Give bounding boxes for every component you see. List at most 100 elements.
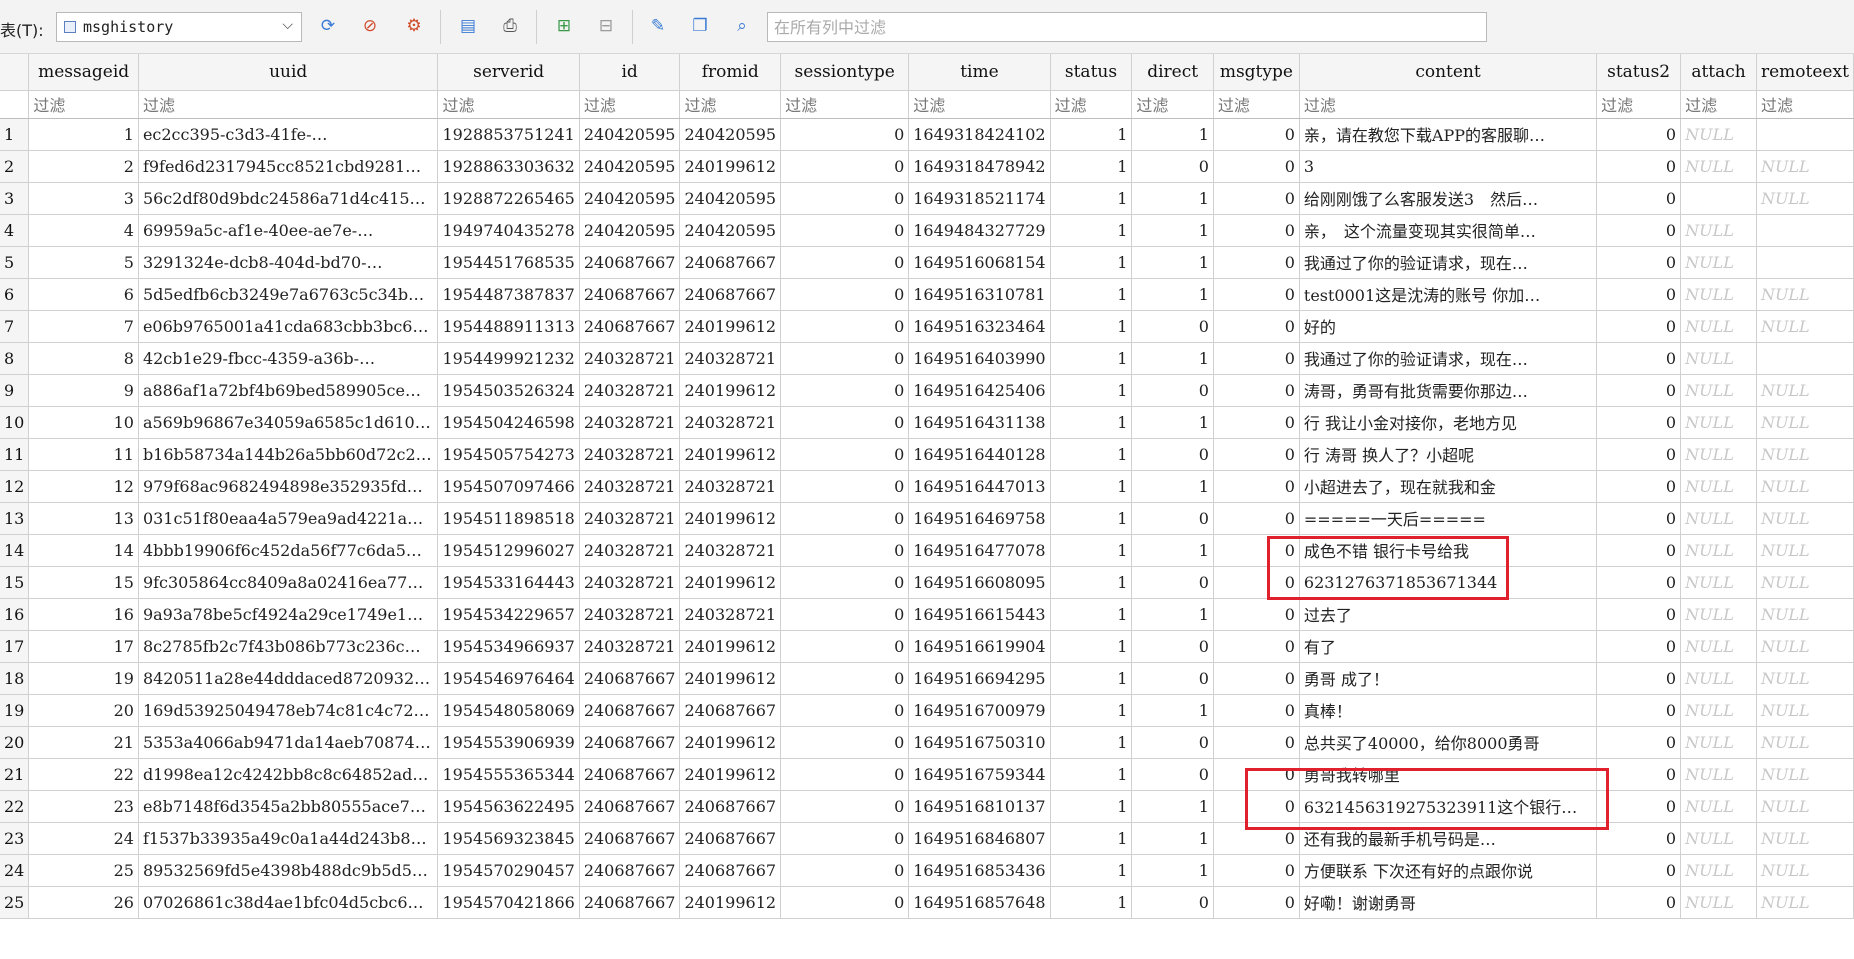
cell-msgtype[interactable]: 0	[1213, 278, 1300, 311]
table-row[interactable]: 4 4 69959a5c-af1e-40ee-ae7e-… 1949740435278…	[0, 214, 1854, 247]
cell-attach[interactable]: NULL	[1680, 246, 1757, 279]
cell-sessiontype[interactable]: 0	[780, 854, 910, 887]
row-number[interactable]: 24	[0, 854, 30, 887]
col-header-id[interactable]: id	[579, 54, 681, 91]
cell-status2[interactable]: 0	[1596, 406, 1682, 439]
cell-content[interactable]: 还有我的最新手机号码是…	[1299, 822, 1598, 855]
cell-messageid[interactable]: 15	[28, 566, 139, 599]
cell-fromid[interactable]: 240420595	[679, 118, 782, 151]
cell-time[interactable]: 1649516425406	[908, 374, 1051, 407]
cell-time[interactable]: 1649516857648	[908, 886, 1051, 919]
cell-id[interactable]: 240420595	[579, 182, 681, 215]
cell-status[interactable]: 1	[1050, 406, 1133, 439]
cell-uuid[interactable]: 8420511a28e44dddaced8720932…	[138, 662, 439, 695]
cell-status[interactable]: 1	[1050, 118, 1133, 151]
cell-content[interactable]: 勇哥 成了！	[1299, 662, 1598, 695]
cell-uuid[interactable]: f1537b33935a49c0a1a44d243b8…	[138, 822, 439, 855]
cell-direct[interactable]: 0	[1131, 150, 1214, 183]
cell-id[interactable]: 240687667	[579, 278, 681, 311]
cell-sessiontype[interactable]: 0	[780, 694, 910, 727]
col-header-messageid[interactable]: messageid	[28, 54, 139, 91]
cell-status[interactable]: 1	[1050, 374, 1133, 407]
row-number[interactable]: 15	[0, 566, 30, 599]
cell-time[interactable]: 1649516810137	[908, 790, 1051, 823]
table-row[interactable]: 24 25 89532569fd5e4398b488dc9b5d5… 19545702…	[0, 854, 1854, 887]
cell-status2[interactable]: 0	[1596, 822, 1682, 855]
cell-serverid[interactable]: 1954570421866	[437, 886, 580, 919]
cell-fromid[interactable]: 240328721	[679, 470, 782, 503]
cell-time[interactable]: 1649516619904	[908, 630, 1051, 663]
cell-time[interactable]: 1649516477078	[908, 534, 1051, 567]
cell-attach[interactable]: NULL	[1680, 726, 1757, 759]
copy-icon[interactable]: ❐	[686, 12, 714, 40]
table-row[interactable]: 12 12 979f68ac9682494898e352935fd… 19545070…	[0, 470, 1854, 503]
cell-status[interactable]: 1	[1050, 438, 1133, 471]
cell-fromid[interactable]: 240199612	[679, 310, 782, 343]
cell-fromid[interactable]: 240420595	[679, 214, 782, 247]
cell-serverid[interactable]: 1954451768535	[437, 246, 580, 279]
cell-direct[interactable]: 1	[1131, 342, 1214, 375]
cell-serverid[interactable]: 1954504246598	[437, 406, 580, 439]
print-icon[interactable]: ⎙	[496, 12, 524, 40]
cell-sessiontype[interactable]: 0	[780, 150, 910, 183]
cell-fromid[interactable]: 240199612	[679, 726, 782, 759]
cell-serverid[interactable]: 1928872265465	[437, 182, 580, 215]
cell-serverid[interactable]: 1954546976464	[437, 662, 580, 695]
cell-msgtype[interactable]: 0	[1213, 790, 1300, 823]
table-row[interactable]: 7 7 e06b9765001a41cda683cbb3bc6… 1954488911…	[0, 310, 1854, 343]
cell-messageid[interactable]: 5	[28, 246, 139, 279]
row-number[interactable]: 13	[0, 502, 30, 535]
cell-msgtype[interactable]: 0	[1213, 694, 1300, 727]
cell-time[interactable]: 1649516759344	[908, 758, 1051, 791]
column-filter-input[interactable]: 过滤	[679, 90, 782, 119]
table-select[interactable]: msghistory ⌵	[56, 12, 302, 42]
row-number[interactable]: 5	[0, 246, 30, 279]
cell-attach[interactable]: NULL	[1680, 790, 1757, 823]
cell-messageid[interactable]: 14	[28, 534, 139, 567]
cell-serverid[interactable]: 1949740435278	[437, 214, 580, 247]
table-row[interactable]: 10 10 a569b96867e34059a6585c1d610… 19545042…	[0, 406, 1854, 439]
cell-sessiontype[interactable]: 0	[780, 502, 910, 535]
cell-uuid[interactable]: 8c2785fb2c7f43b086b773c236c…	[138, 630, 439, 663]
cell-id[interactable]: 240687667	[579, 694, 681, 727]
column-filter-input[interactable]: 过滤	[780, 90, 910, 119]
sql-icon[interactable]: ✎	[644, 12, 672, 40]
cell-attach[interactable]: NULL	[1680, 278, 1757, 311]
cell-remoteext[interactable]: NULL	[1756, 758, 1854, 791]
cell-fromid[interactable]: 240420595	[679, 182, 782, 215]
cell-id[interactable]: 240328721	[579, 534, 681, 567]
cell-remoteext[interactable]: NULL	[1756, 854, 1854, 887]
cell-status[interactable]: 1	[1050, 758, 1133, 791]
cell-id[interactable]: 240328721	[579, 342, 681, 375]
cell-status[interactable]: 1	[1050, 278, 1133, 311]
cell-serverid[interactable]: 1954488911313	[437, 310, 580, 343]
col-header-serverid[interactable]: serverid	[437, 54, 580, 91]
cell-content[interactable]: 过去了	[1299, 598, 1598, 631]
cell-id[interactable]: 240328721	[579, 598, 681, 631]
cell-direct[interactable]: 1	[1131, 470, 1214, 503]
row-number[interactable]: 25	[0, 886, 30, 919]
cell-sessiontype[interactable]: 0	[780, 470, 910, 503]
cell-remoteext[interactable]: NULL	[1756, 726, 1854, 759]
cell-serverid[interactable]: 1954569323845	[437, 822, 580, 855]
cell-serverid[interactable]: 1954512996027	[437, 534, 580, 567]
col-header-status2[interactable]: status2	[1596, 54, 1682, 91]
cell-content[interactable]: =====一天后=====	[1299, 502, 1598, 535]
cell-status[interactable]: 1	[1050, 470, 1133, 503]
cell-content[interactable]: test0001这是沈涛的账号 你加…	[1299, 278, 1598, 311]
col-header-attach[interactable]: attach	[1680, 54, 1757, 91]
cell-sessiontype[interactable]: 0	[780, 630, 910, 663]
refresh-icon[interactable]: ⟳	[314, 12, 342, 40]
cell-id[interactable]: 240687667	[579, 310, 681, 343]
cell-content[interactable]: 勇哥我转哪里	[1299, 758, 1598, 791]
cell-direct[interactable]: 0	[1131, 438, 1214, 471]
cell-id[interactable]: 240328721	[579, 630, 681, 663]
cell-direct[interactable]: 1	[1131, 406, 1214, 439]
cell-msgtype[interactable]: 0	[1213, 854, 1300, 887]
cell-status2[interactable]: 0	[1596, 278, 1682, 311]
cell-fromid[interactable]: 240687667	[679, 278, 782, 311]
cell-messageid[interactable]: 12	[28, 470, 139, 503]
cell-remoteext[interactable]	[1756, 118, 1854, 151]
cell-direct[interactable]: 0	[1131, 726, 1214, 759]
table-row[interactable]: 20 21 5353a4066ab9471da14aeb70874… 19545539…	[0, 726, 1854, 759]
